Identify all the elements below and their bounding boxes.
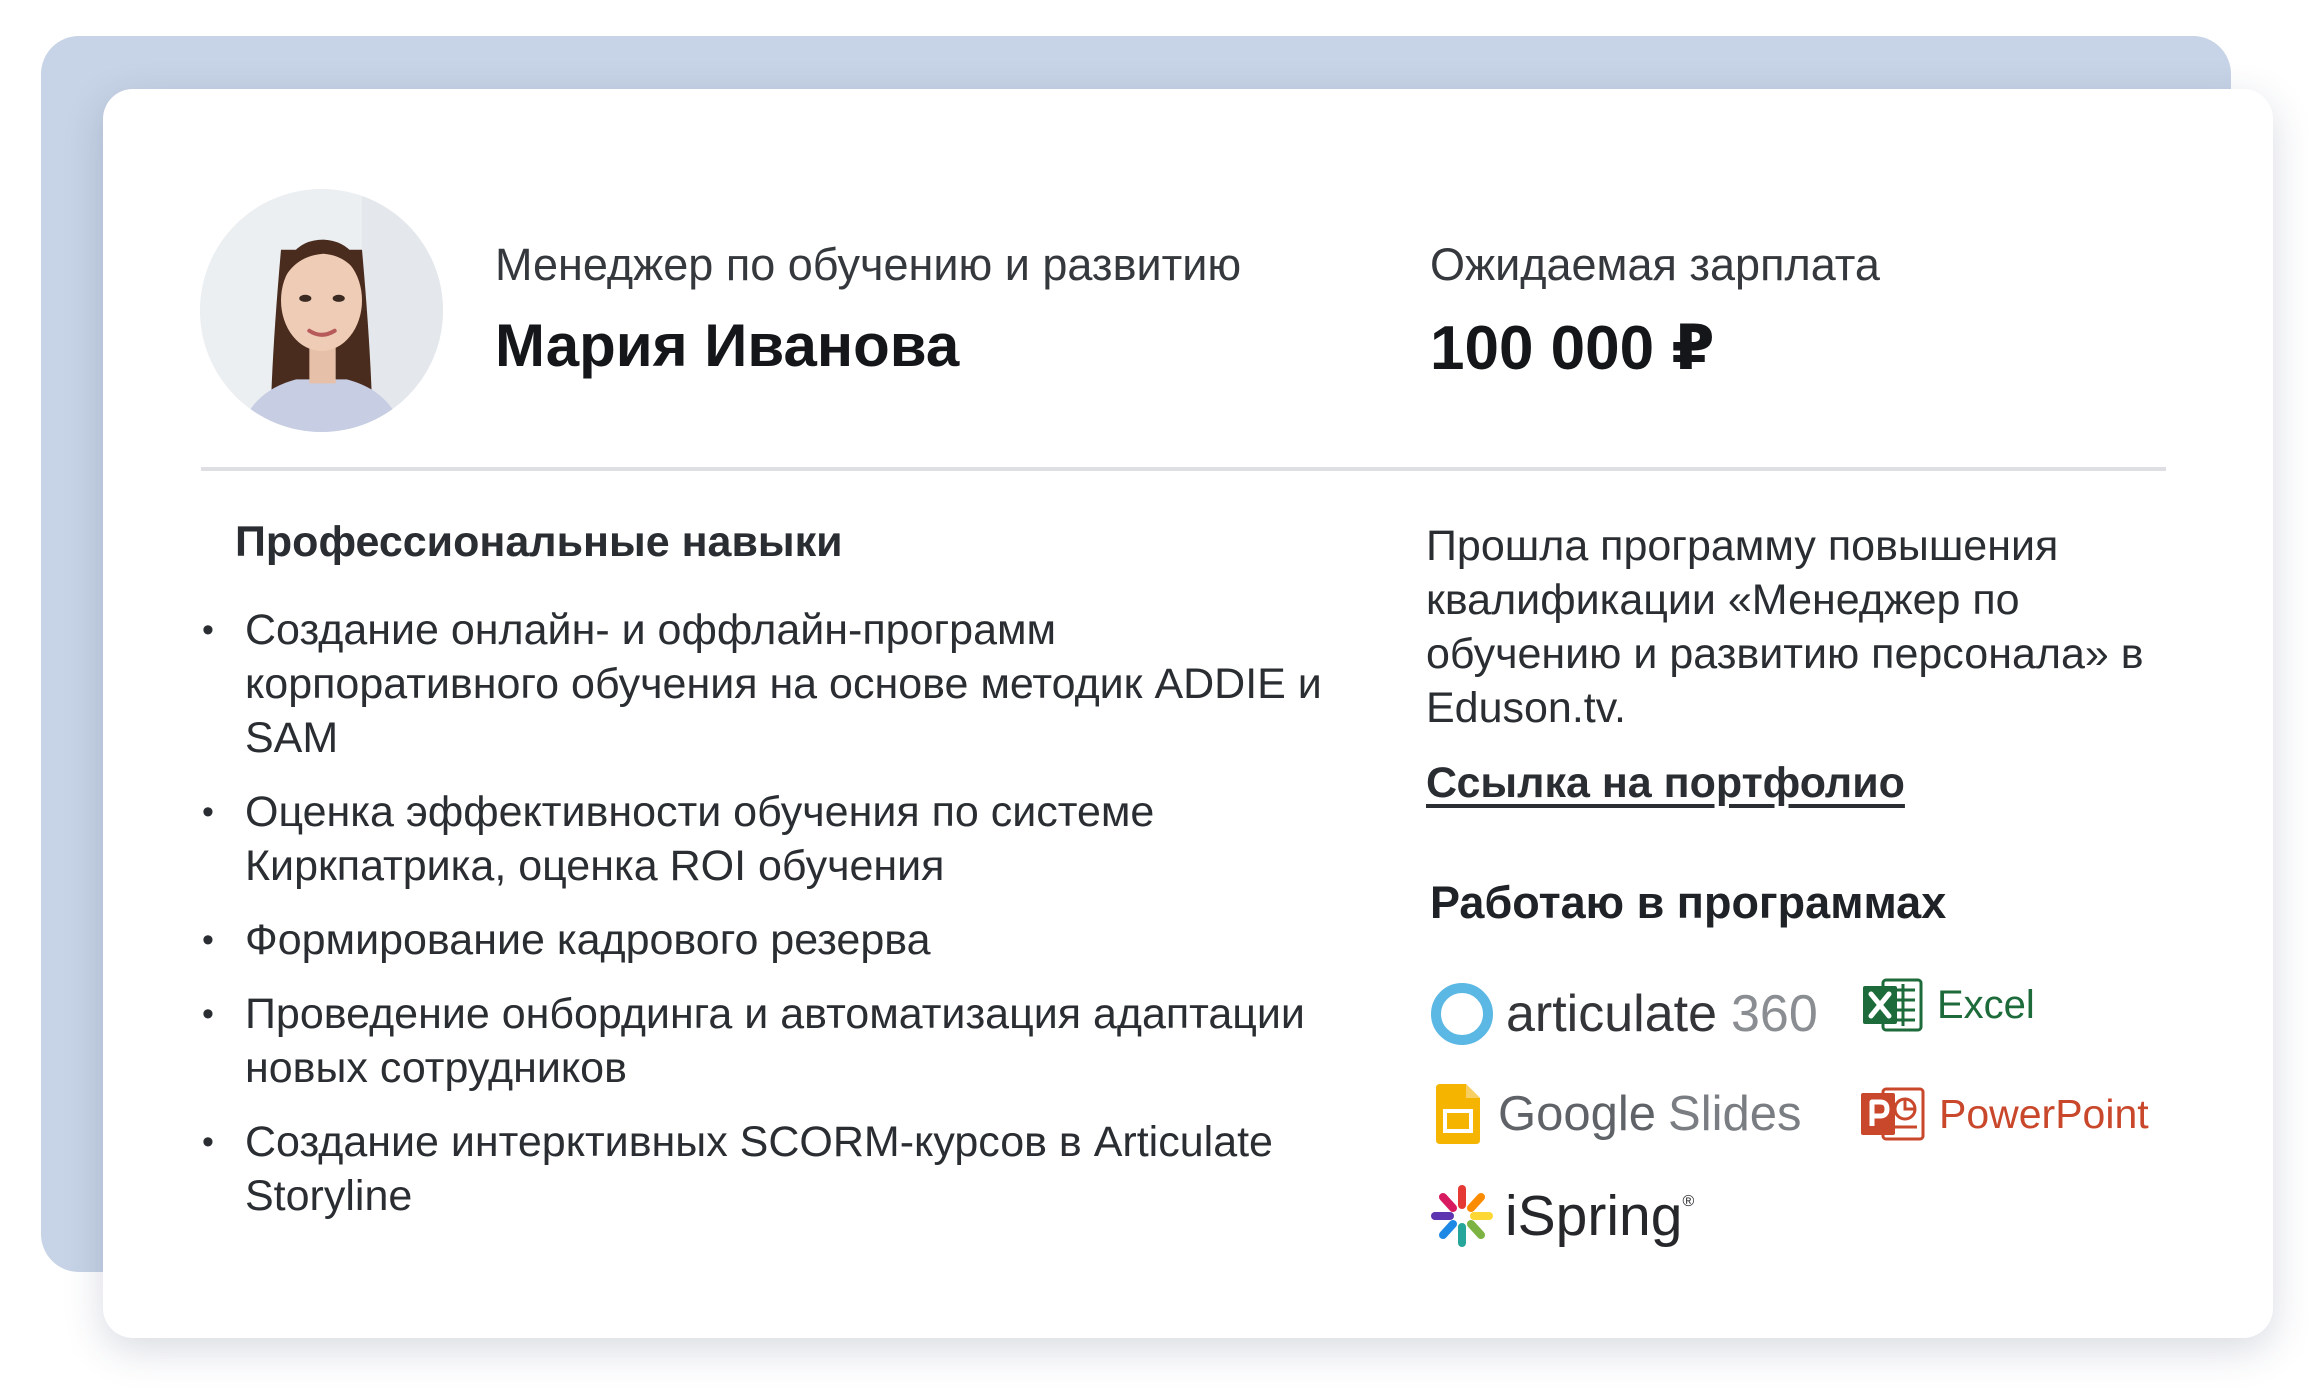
list-item: • Оценка эффективности обучения по систем… [198,785,1348,893]
powerpoint-label: PowerPoint [1939,1090,2149,1137]
ispring-wordmark: iSpring [1505,1184,1683,1248]
google-slides-logo: Google Slides [1434,1069,1801,1159]
resume-card: Менеджер по обучению и развитию Мария Ив… [103,89,2273,1338]
avatar [200,189,443,432]
skill-text: Проведение онбординга и автоматизация ад… [245,990,1305,1092]
bullet-icon: • [202,995,214,1033]
skill-text: Создание онлайн- и оффлайн-программ корп… [245,606,1322,762]
articulate-ring-icon [1431,983,1493,1045]
bullet-icon: • [202,1123,214,1161]
skill-text: Оценка эффективности обучения по системе… [245,788,1155,890]
skills-list: • Создание онлайн- и оффлайн-программ кор… [198,603,1348,1243]
candidate-name: Мария Иванова [495,312,960,379]
salary-label: Ожидаемая зарплата [1430,239,1880,290]
course-description: Прошла программу повышения квалификации … [1426,522,2144,732]
skill-text: Формирование кадрового резерва [245,916,931,964]
software-title: Работаю в программах [1430,877,1947,928]
divider [201,467,2166,471]
google-wordmark: Google [1498,1087,1657,1141]
powerpoint-icon [1861,1087,1925,1141]
list-item: • Проведение онбординга и автоматизация а… [198,987,1348,1095]
list-item: • Формирование кадрового резерва [198,913,1348,967]
skill-text: Создание интерктивных SCORM-курсов в Art… [245,1118,1273,1220]
articulate-wordmark: articulate [1506,985,1717,1043]
ispring-logo: iSpring® [1429,1171,1694,1261]
excel-label: Excel [1937,982,2035,1027]
bullet-icon: • [202,611,214,649]
list-item: • Создание интерктивных SCORM-курсов в Ar… [198,1115,1348,1223]
excel-icon [1863,978,1923,1032]
google-slides-icon [1436,1084,1480,1144]
portfolio-link[interactable]: Ссылка на портфолио [1426,759,1905,808]
skills-title: Профессиональные навыки [235,518,843,566]
list-item: • Создание онлайн- и оффлайн-программ кор… [198,603,1348,765]
salary-value: 100 000 ₽ [1430,314,1715,383]
articulate-360-logo: articulate 360 [1430,969,1818,1059]
ispring-label: iSpring® [1505,1183,1694,1249]
bullet-icon: • [202,793,214,831]
bullet-icon: • [202,921,214,959]
excel-logo: Excel [1861,965,2035,1045]
registered-mark: ® [1682,1193,1695,1210]
slides-wordmark: Slides [1668,1087,1802,1141]
ispring-icon [1431,1185,1493,1247]
powerpoint-logo: PowerPoint [1859,1074,2149,1154]
articulate-suffix: 360 [1731,985,1818,1043]
job-title: Менеджер по обучению и развитию [495,239,1242,290]
